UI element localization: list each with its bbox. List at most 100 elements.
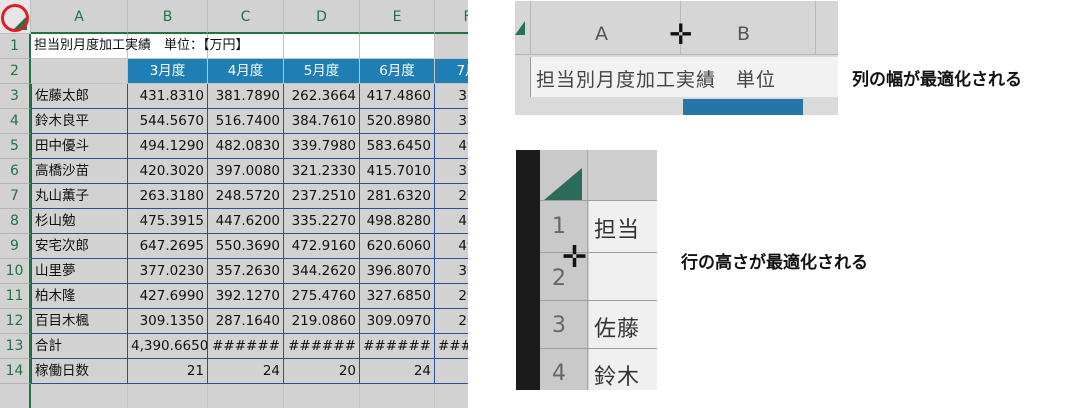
row-header-14[interactable]: 14 [0,359,31,384]
column-header-b[interactable]: B [128,0,208,34]
month-header-cell[interactable] [31,59,128,84]
value-cell[interactable]: 520.8980 [360,109,435,134]
row-header-2[interactable]: 2 [0,59,31,84]
value-cell[interactable]: 381.7890 [208,84,284,109]
value-cell[interactable]: 494.1290 [128,134,208,159]
month-header-cell[interactable]: 3月度 [128,59,208,84]
value-cell[interactable]: 583.6450 [360,134,435,159]
column-header-f[interactable]: F [435,0,468,34]
value-cell[interactable]: 396.8070 [360,259,435,284]
column-header-a[interactable]: A [595,23,608,45]
sheet-title-cell[interactable]: 担当別月度加工実績 単位：【万円】 [31,34,249,59]
cell[interactable] [435,34,468,59]
value-cell[interactable]: 447.6200 [208,209,284,234]
value-cell[interactable]: 339.7980 [284,134,360,159]
cell[interactable] [435,384,468,408]
cell[interactable] [284,384,360,408]
row-header-11[interactable]: 11 [0,284,31,309]
value-cell[interactable]: 472.9160 [284,234,360,259]
value-cell[interactable]: 357.2630 [208,259,284,284]
name-cell[interactable]: 百目木楓 [31,309,128,334]
value-cell[interactable]: 375.7 [435,159,468,184]
value-cell[interactable]: ###### [435,334,468,359]
value-cell[interactable]: 21 [128,359,208,384]
value-cell[interactable]: ###### [284,334,360,359]
row-header-3[interactable]: 3 [0,84,31,109]
value-cell[interactable]: 389.2 [435,84,468,109]
value-cell[interactable] [435,359,468,384]
value-cell[interactable]: 431.8310 [128,84,208,109]
cell[interactable] [360,384,435,408]
name-cell[interactable]: 柏木隆 [31,284,128,309]
value-cell[interactable]: 287.1640 [208,309,284,334]
value-cell[interactable]: 482.0830 [208,134,284,159]
value-cell[interactable]: 299.6 [435,284,468,309]
row-header-4[interactable]: 4 [0,109,31,134]
row-header-9[interactable]: 9 [0,234,31,259]
row-header-10[interactable]: 10 [0,259,31,284]
value-cell[interactable]: 384.7610 [284,109,360,134]
row-header-13[interactable]: 13 [0,334,31,359]
resize-row-cursor-icon[interactable]: ✛ [562,243,587,273]
value-cell[interactable]: 475.3915 [128,209,208,234]
value-cell[interactable]: 419.6 [435,209,468,234]
row-header-7[interactable]: 7 [0,184,31,209]
name-cell[interactable]: 安宅次郎 [31,234,128,259]
row-header-1[interactable]: 1 [0,34,31,59]
name-cell[interactable]: 杉山勉 [31,209,128,234]
value-cell[interactable]: 497.1 [435,234,468,259]
cell[interactable] [208,384,284,408]
name-cell[interactable]: 山里夢 [31,259,128,284]
value-cell[interactable]: 24 [360,359,435,384]
column-header-d[interactable]: D [284,0,360,34]
value-cell[interactable]: 262.3664 [284,84,360,109]
row-header-8[interactable]: 8 [0,209,31,234]
name-cell[interactable]: 合計 [31,334,128,359]
value-cell[interactable]: 208.9 [435,309,468,334]
name-cell[interactable]: 佐藤太郎 [31,84,128,109]
value-cell[interactable]: 321.2330 [284,159,360,184]
value-cell[interactable]: 620.6060 [360,234,435,259]
value-cell[interactable]: 544.5670 [128,109,208,134]
value-cell[interactable]: ###### [360,334,435,359]
row-number-3[interactable]: 3 [552,313,566,338]
column-header-c[interactable]: C [208,0,284,34]
value-cell[interactable]: 263.3180 [128,184,208,209]
value-cell[interactable]: 248.5720 [208,184,284,209]
value-cell[interactable]: 269.6 [435,184,468,209]
value-cell[interactable]: 369.4 [435,259,468,284]
value-cell[interactable]: 219.0860 [284,309,360,334]
column-header-e[interactable]: E [360,0,435,34]
row-header-12[interactable]: 12 [0,309,31,334]
month-header-cell[interactable]: 5月度 [284,59,360,84]
value-cell[interactable]: 344.2620 [284,259,360,284]
name-cell[interactable]: 田中優斗 [31,134,128,159]
value-cell[interactable]: 498.8280 [360,209,435,234]
row-header-6[interactable]: 6 [0,159,31,184]
name-cell[interactable]: 丸山薫子 [31,184,128,209]
value-cell[interactable]: 420.3020 [128,159,208,184]
value-cell[interactable]: 309.0970 [360,309,435,334]
value-cell[interactable]: 427.6990 [128,284,208,309]
select-all-button[interactable] [0,0,31,34]
month-header-cell[interactable]: 6月度 [360,59,435,84]
value-cell[interactable]: 24 [208,359,284,384]
value-cell[interactable]: 281.6320 [360,184,435,209]
value-cell[interactable]: 397.0080 [208,159,284,184]
value-cell[interactable]: 490.6 [435,134,468,159]
value-cell[interactable]: 647.2695 [128,234,208,259]
cell[interactable] [284,34,360,59]
value-cell[interactable]: 335.2270 [284,209,360,234]
value-cell[interactable]: 377.0230 [128,259,208,284]
row-number-1[interactable]: 1 [552,214,566,239]
value-cell[interactable]: 327.6850 [360,284,435,309]
row-header-5[interactable]: 5 [0,134,31,159]
value-cell[interactable]: 415.7010 [360,159,435,184]
value-cell[interactable]: 392.1270 [208,284,284,309]
value-cell[interactable]: 275.4760 [284,284,360,309]
value-cell[interactable]: 309.1350 [128,309,208,334]
name-cell[interactable]: 鈴木良平 [31,109,128,134]
cell[interactable] [360,34,435,59]
column-header-b[interactable]: B [737,23,750,45]
value-cell[interactable]: 237.2510 [284,184,360,209]
